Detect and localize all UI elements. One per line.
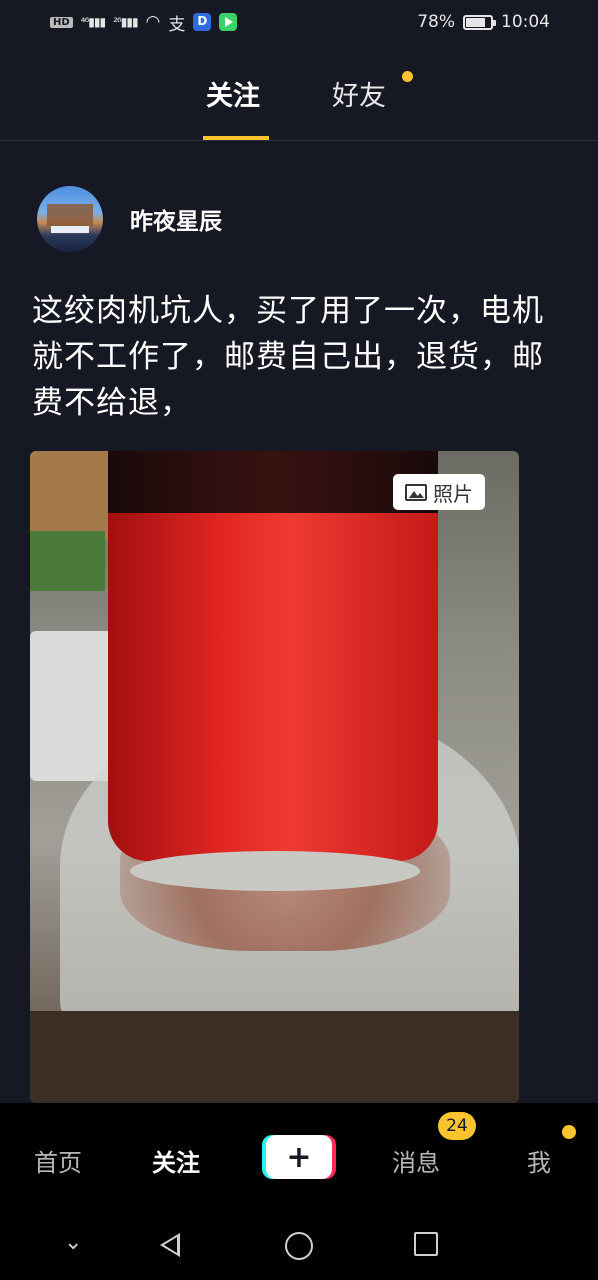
back-icon[interactable] (160, 1233, 180, 1257)
recent-apps-icon[interactable] (414, 1232, 438, 1256)
app-d-icon (193, 13, 212, 31)
me-dot-icon (562, 1125, 576, 1139)
post-author[interactable]: 昨夜星辰 (37, 186, 222, 252)
friends-dot-icon (402, 71, 413, 82)
author-name[interactable]: 昨夜星辰 (130, 202, 222, 236)
messages-badge: 24 (438, 1112, 476, 1140)
tab-following[interactable]: 关注 (206, 74, 260, 113)
photo-badge-label: 照片 (433, 481, 473, 506)
nav-following[interactable]: 关注 (152, 1143, 200, 1178)
play-icon (219, 13, 238, 31)
create-button[interactable]: + (266, 1135, 332, 1179)
nav-home[interactable]: 首页 (34, 1143, 82, 1178)
signal-2g-icon: ²⁶▮▮▮ (113, 15, 138, 29)
plus-icon: + (286, 1139, 312, 1175)
nav-me[interactable]: 我 (527, 1143, 551, 1178)
image-icon (405, 483, 427, 501)
status-bar: HD ⁴⁶▮▮▮ ²⁶▮▮▮ ◠ 支 78% 10:04 (0, 0, 598, 44)
avatar[interactable] (37, 186, 103, 252)
bottom-nav: 首页 关注 + 消息 24 我 (0, 1103, 598, 1208)
status-left-icons: HD ⁴⁶▮▮▮ ²⁶▮▮▮ ◠ 支 (50, 10, 238, 35)
status-right: 78% 10:04 (417, 12, 550, 32)
system-nav: ⌄ (0, 1208, 598, 1280)
battery-percent: 78% (417, 12, 455, 32)
signal-4g-icon: ⁴⁶▮▮▮ (80, 15, 106, 29)
tab-underline (203, 136, 269, 140)
post-text: 这绞肉机坑人，买了用了一次，电机就不工作了，邮费自己出，退货，邮费不给退， (32, 293, 544, 421)
wifi-icon: ◠ (145, 12, 161, 32)
home-icon[interactable] (285, 1232, 313, 1260)
top-tabs: 关注 好友 (0, 44, 598, 141)
tab-friends[interactable]: 好友 (332, 74, 386, 113)
chevron-down-icon[interactable]: ⌄ (64, 1230, 82, 1255)
battery-icon (463, 14, 496, 30)
hd-icon: HD (50, 16, 73, 28)
clock: 10:04 (501, 12, 550, 32)
nav-messages[interactable]: 消息 (392, 1143, 440, 1178)
alipay-icon: 支 (168, 14, 186, 35)
post-photo[interactable] (30, 451, 519, 1103)
photo-badge: 照片 (393, 474, 485, 510)
